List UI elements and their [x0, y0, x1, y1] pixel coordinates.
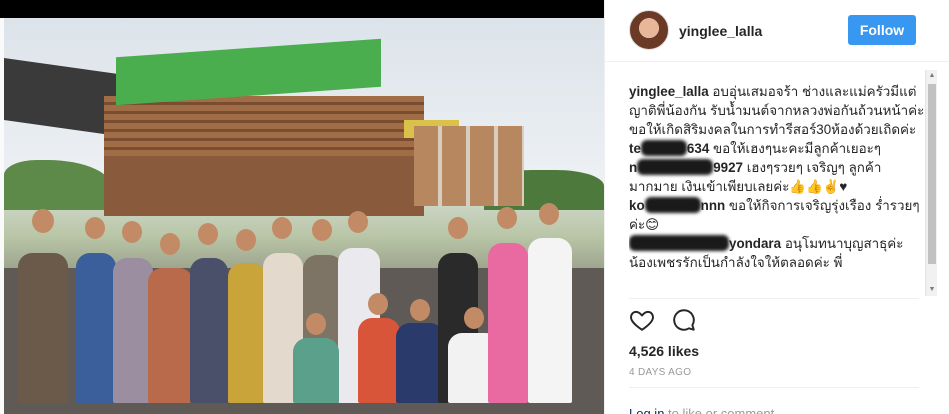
divider — [629, 387, 919, 388]
comment-item: yinglee_lalla อบอุ่นเสมอจร้า ช่างและแม่ค… — [629, 82, 929, 139]
follow-button[interactable]: Follow — [848, 15, 916, 45]
redacted-blur — [640, 140, 687, 156]
group-of-people — [18, 203, 598, 403]
scroll-thumb[interactable] — [928, 84, 936, 264]
post-header: yinglee_lalla Follow — [605, 0, 949, 62]
post-timestamp: 4 DAYS AGO — [629, 367, 692, 378]
comment-text: ขอให้เฮงๆนะคะมีลูกค้าเยอะๆ — [709, 141, 881, 156]
comment-item: ko nnn ขอให้กิจการเจริญรุ่งเรือง ร่ำรวยๆค… — [629, 196, 929, 234]
comment-username[interactable]: yinglee_lalla — [629, 84, 709, 99]
heart-icon[interactable] — [629, 307, 655, 333]
username-link[interactable]: yinglee_lalla — [679, 23, 762, 39]
post-details-panel: yinglee_lalla Follow yinglee_lalla อบอุ่… — [604, 0, 949, 414]
redacted-blur — [637, 159, 714, 175]
scroll-up-icon[interactable]: ▲ — [928, 72, 936, 80]
comment-username[interactable]: te 634 — [629, 140, 709, 156]
comment-username[interactable]: yondara — [629, 235, 781, 251]
redacted-blur — [644, 197, 701, 213]
comments-list: yinglee_lalla อบอุ่นเสมอจร้า ช่างและแม่ค… — [629, 82, 929, 296]
comment-username[interactable]: ko nnn — [629, 197, 725, 213]
comment-item: yondara อนุโมทนาบุญสาธุค่ะ น้องเพชรรักเป… — [629, 234, 929, 272]
likes-count[interactable]: 4,526 likes — [629, 343, 699, 359]
comments-scrollbar[interactable]: ▲ ▼ — [925, 70, 937, 296]
divider — [629, 298, 919, 299]
comment-username[interactable]: n 9927 — [629, 159, 743, 175]
comment-icon[interactable] — [671, 307, 697, 333]
scroll-down-icon[interactable]: ▼ — [928, 286, 936, 294]
redacted-blur — [629, 235, 729, 251]
login-prompt: Log in to like or comment. — [629, 406, 778, 414]
login-link[interactable]: Log in — [629, 406, 664, 414]
avatar[interactable] — [629, 10, 669, 50]
comment-item: te 634 ขอให้เฮงๆนะคะมีลูกค้าเยอะๆ — [629, 139, 929, 158]
comment-item: n 9927 เฮงๆรวยๆ เจริญๆ ลูกค้ามากมาย เงินเ… — [629, 158, 929, 196]
post-photo[interactable] — [4, 18, 604, 414]
top-black-bar — [0, 0, 604, 18]
